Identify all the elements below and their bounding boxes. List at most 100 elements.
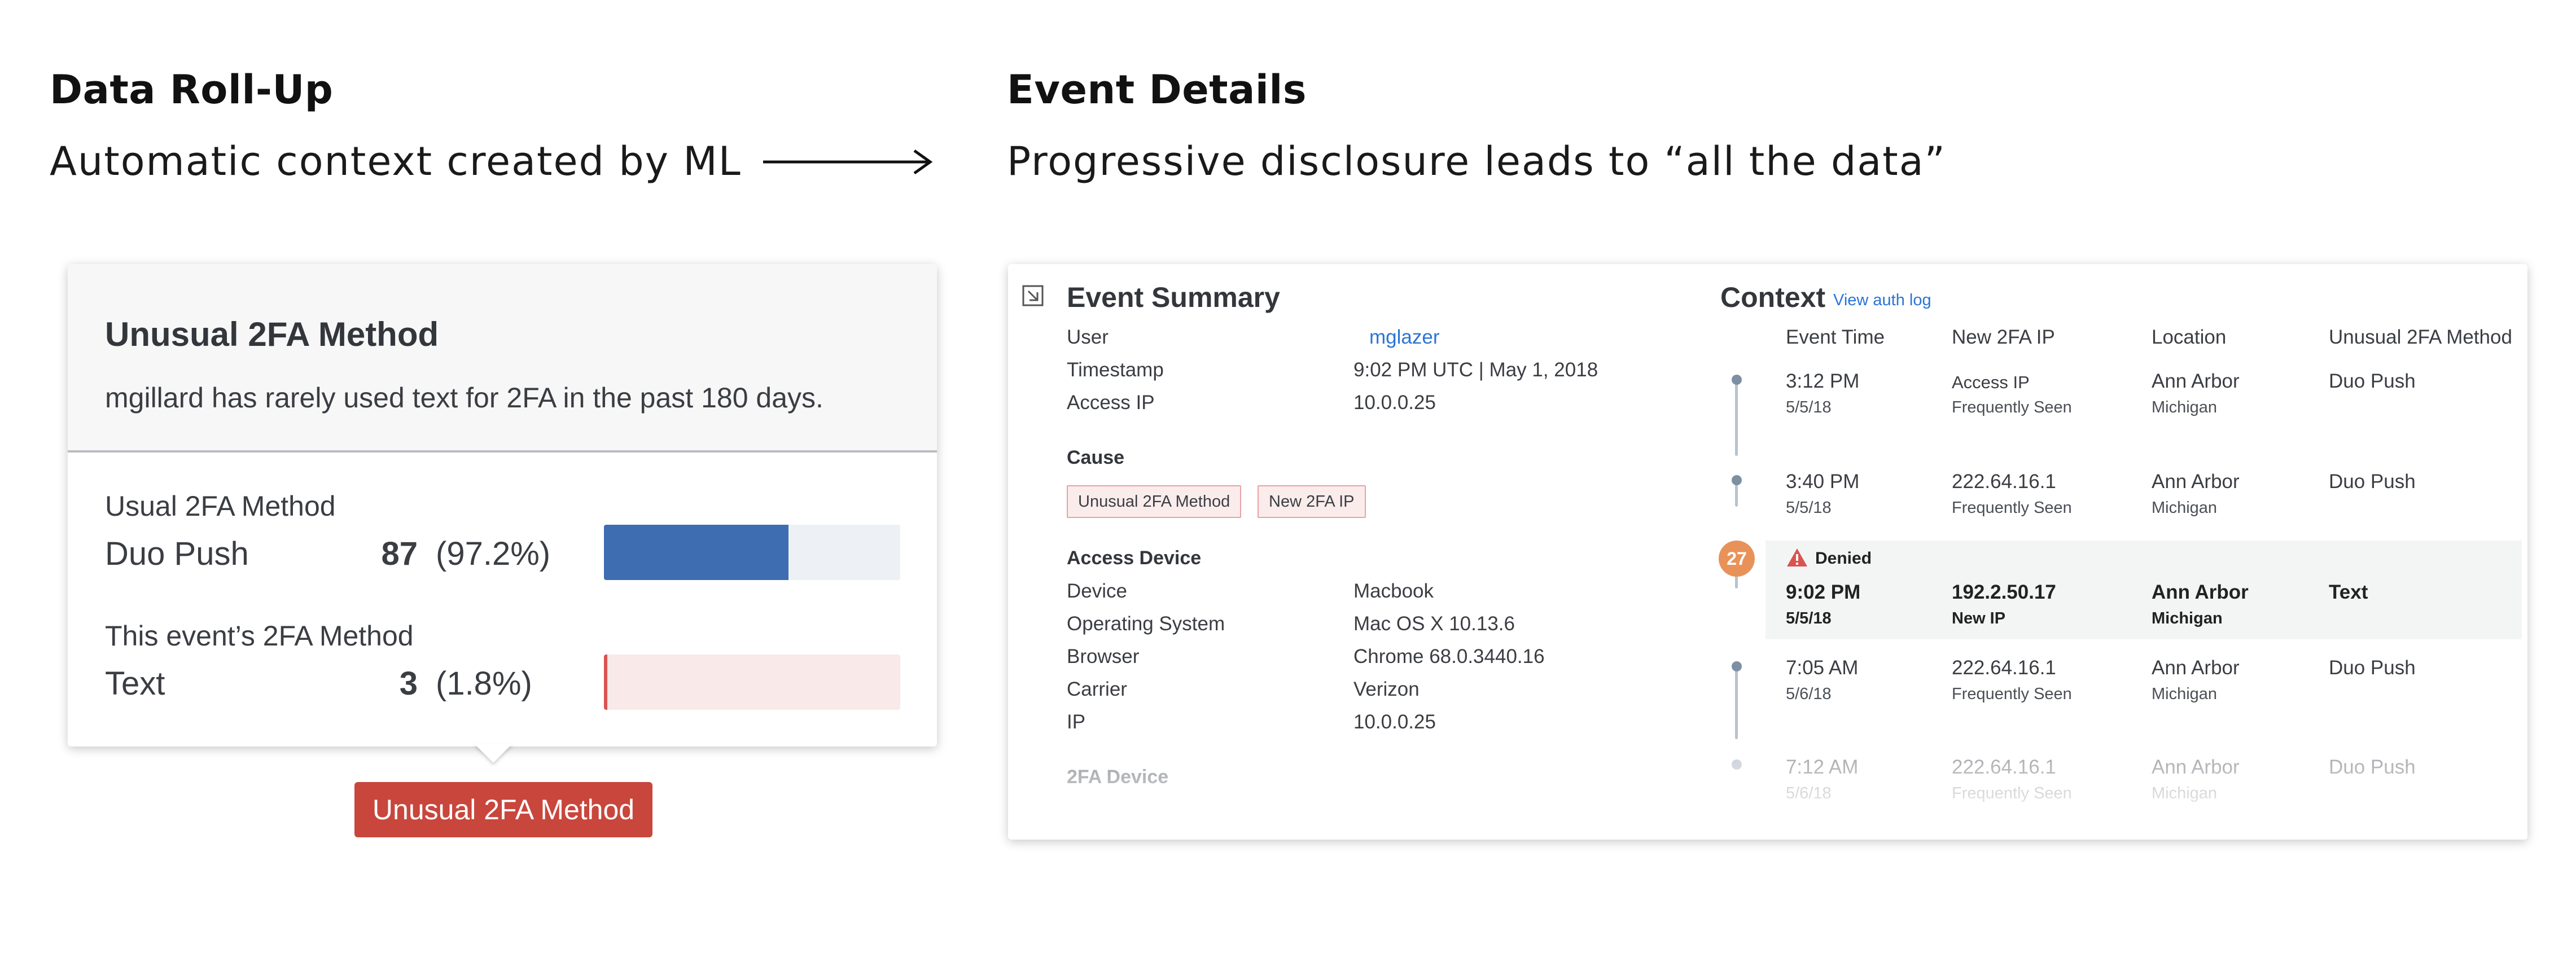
timeline-dot <box>1732 759 1742 770</box>
row2-location: Ann Arbor <box>2152 471 2240 493</box>
column-location: Location <box>2152 326 2227 348</box>
column-unusual-2fa-method: Unusual 2FA Method <box>2329 326 2512 348</box>
row3-location: Ann Arbor <box>2152 581 2249 603</box>
column-new-2fa-ip: New 2FA IP <box>1952 326 2055 348</box>
arrow-right-icon <box>763 149 933 175</box>
timeline-dot <box>1732 661 1742 671</box>
row2-time: 3:40 PM <box>1786 471 1860 493</box>
access-ip-value: 10.0.0.25 <box>1353 392 1436 414</box>
timeline-dot <box>1732 475 1742 485</box>
cause-tag-new-2fa-ip[interactable]: New 2FA IP <box>1258 485 1366 518</box>
timestamp-value: 9:02 PM UTC | May 1, 2018 <box>1353 359 1598 381</box>
row4-ip: 222.64.16.1 <box>1952 657 2056 679</box>
row1-ip-note: Frequently Seen <box>1952 398 2072 416</box>
row5-region: Michigan <box>2152 784 2218 802</box>
cause-title: Cause <box>1067 447 1125 468</box>
scroll-fade <box>1008 755 2527 840</box>
usual-method-name: Duo Push <box>105 535 249 572</box>
row2-ip: 222.64.16.1 <box>1952 471 2056 493</box>
timeline-line <box>1735 666 1738 739</box>
timeline-line <box>1735 383 1738 456</box>
row5-date: 5/6/18 <box>1786 784 1832 802</box>
ip-value: 10.0.0.25 <box>1353 711 1436 733</box>
row5-ip: 222.64.16.1 <box>1952 756 2056 778</box>
event-method-label: This event’s 2FA Method <box>105 620 414 652</box>
event-summary-title: Event Summary <box>1067 282 1280 313</box>
usual-method-percent: (97.2%) <box>436 535 551 572</box>
row2-region: Michigan <box>2152 499 2218 517</box>
row3-ip-note: New IP <box>1952 609 2006 627</box>
usual-method-count: 87 <box>381 535 418 572</box>
row1-time: 3:12 PM <box>1786 370 1860 392</box>
rollup-description: mgillard has rarely used text for 2FA in… <box>105 382 823 414</box>
row3-method: Text <box>2329 581 2368 603</box>
row1-location: Ann Arbor <box>2152 370 2240 392</box>
left-heading: Data Roll-Up <box>50 67 334 113</box>
rollup-title: Unusual 2FA Method <box>105 315 439 353</box>
unusual-2fa-tag-button[interactable]: Unusual 2FA Method <box>354 782 652 837</box>
event-count-badge: 27 <box>1719 541 1755 577</box>
access-ip-label: Access IP <box>1067 392 1155 414</box>
left-subheading: Automatic context created by ML <box>50 138 742 185</box>
expand-icon[interactable] <box>1022 284 1044 307</box>
context-title: Context <box>1720 282 1826 313</box>
warning-icon <box>1787 548 1807 566</box>
row5-ip-note: Frequently Seen <box>1952 784 2072 802</box>
twofa-device-title: 2FA Device <box>1067 766 1169 788</box>
usual-method-bar-fill <box>604 525 788 580</box>
event-method-percent: (1.8%) <box>436 665 532 702</box>
row1-region: Michigan <box>2152 398 2218 416</box>
os-value: Mac OS X 10.13.6 <box>1353 613 1515 635</box>
right-heading: Event Details <box>1007 67 1307 113</box>
row3-date: 5/5/18 <box>1786 609 1832 627</box>
access-device-title: Access Device <box>1067 547 1202 569</box>
view-auth-log-link[interactable]: View auth log <box>1833 291 1931 310</box>
device-value: Macbook <box>1353 580 1434 602</box>
user-label: User <box>1067 326 1109 348</box>
user-link[interactable]: mglazer <box>1369 326 1439 349</box>
row4-method: Duo Push <box>2329 657 2416 679</box>
row4-date: 5/6/18 <box>1786 685 1832 703</box>
usual-method-bar <box>604 525 900 580</box>
carrier-label: Carrier <box>1067 678 1127 700</box>
timestamp-label: Timestamp <box>1067 359 1164 381</box>
row4-region: Michigan <box>2152 685 2218 703</box>
right-subheading: Progressive disclosure leads to “all the… <box>1007 138 1946 185</box>
row2-method: Duo Push <box>2329 471 2416 493</box>
os-label: Operating System <box>1067 613 1225 635</box>
row3-time: 9:02 PM <box>1786 581 1861 603</box>
event-method-count: 3 <box>399 665 418 702</box>
carrier-value: Verizon <box>1353 678 1420 700</box>
row5-time: 7:12 AM <box>1786 756 1859 778</box>
usual-method-label: Usual 2FA Method <box>105 490 336 522</box>
event-details-panel: Event Summary User mglazer Timestamp 9:0… <box>1008 264 2527 840</box>
card-pointer <box>474 744 512 763</box>
row1-date: 5/5/18 <box>1786 398 1832 416</box>
row2-ip-note: Frequently Seen <box>1952 499 2072 517</box>
denied-event-row[interactable] <box>1765 541 2522 639</box>
row4-time: 7:05 AM <box>1786 657 1859 679</box>
browser-value: Chrome 68.0.3440.16 <box>1353 645 1545 667</box>
denied-label: Denied <box>1815 549 1872 568</box>
browser-label: Browser <box>1067 645 1140 667</box>
timeline-dot <box>1732 375 1742 385</box>
rollup-card-header: Unusual 2FA Method mgillard has rarely u… <box>68 264 937 453</box>
column-event-time: Event Time <box>1786 326 1885 348</box>
ip-label: IP <box>1067 711 1086 733</box>
cause-tag-unusual-2fa[interactable]: Unusual 2FA Method <box>1067 485 1242 518</box>
event-method-name: Text <box>105 665 165 702</box>
timeline-line <box>1735 484 1738 507</box>
rollup-card: Unusual 2FA Method mgillard has rarely u… <box>68 264 937 746</box>
row1-method: Duo Push <box>2329 370 2416 392</box>
event-method-bar-fill <box>604 655 608 710</box>
row4-location: Ann Arbor <box>2152 657 2240 679</box>
row3-region: Michigan <box>2152 609 2223 627</box>
event-method-bar <box>604 655 900 710</box>
row5-method: Duo Push <box>2329 756 2416 778</box>
row5-location: Ann Arbor <box>2152 756 2240 778</box>
device-label: Device <box>1067 580 1127 602</box>
row2-date: 5/5/18 <box>1786 499 1832 517</box>
row3-ip: 192.2.50.17 <box>1952 581 2056 603</box>
row1-ip: Access IP <box>1952 372 2030 392</box>
row4-ip-note: Frequently Seen <box>1952 685 2072 703</box>
